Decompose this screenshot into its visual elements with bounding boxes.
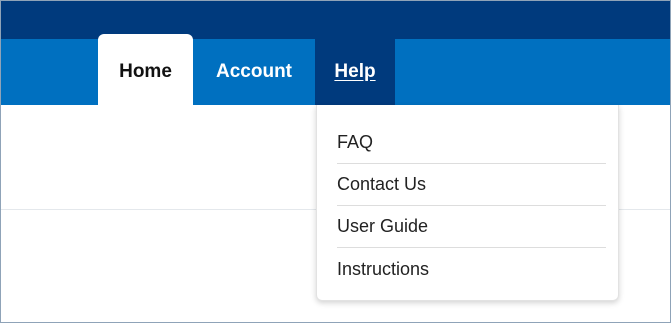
nav-tab-account-label: Account <box>216 61 292 82</box>
menu-item-contact-us-label: Contact Us <box>337 174 427 194</box>
nav-tab-help[interactable]: Help <box>315 39 395 105</box>
menu-item-contact-us[interactable]: Contact Us <box>337 164 606 206</box>
nav-tab-help-label: Help <box>334 61 376 82</box>
menu-item-instructions[interactable]: Instructions <box>337 248 606 290</box>
nav-tab-account[interactable]: Account <box>199 39 309 105</box>
menu-item-faq-label: FAQ <box>337 132 374 152</box>
menu-item-faq[interactable]: FAQ <box>337 122 606 164</box>
app-frame: Home Account Help FAQ Contact Us User Gu… <box>0 0 671 323</box>
menu-item-instructions-label: Instructions <box>337 258 430 279</box>
help-dropdown-menu: FAQ Contact Us User Guide Instructions <box>316 105 619 301</box>
menu-item-user-guide-label: User Guide <box>337 216 429 236</box>
main-navigation: Home Account Help <box>1 34 670 106</box>
menu-item-user-guide[interactable]: User Guide <box>337 206 606 248</box>
nav-tab-home[interactable]: Home <box>98 34 193 106</box>
nav-tab-home-label: Home <box>119 60 172 82</box>
